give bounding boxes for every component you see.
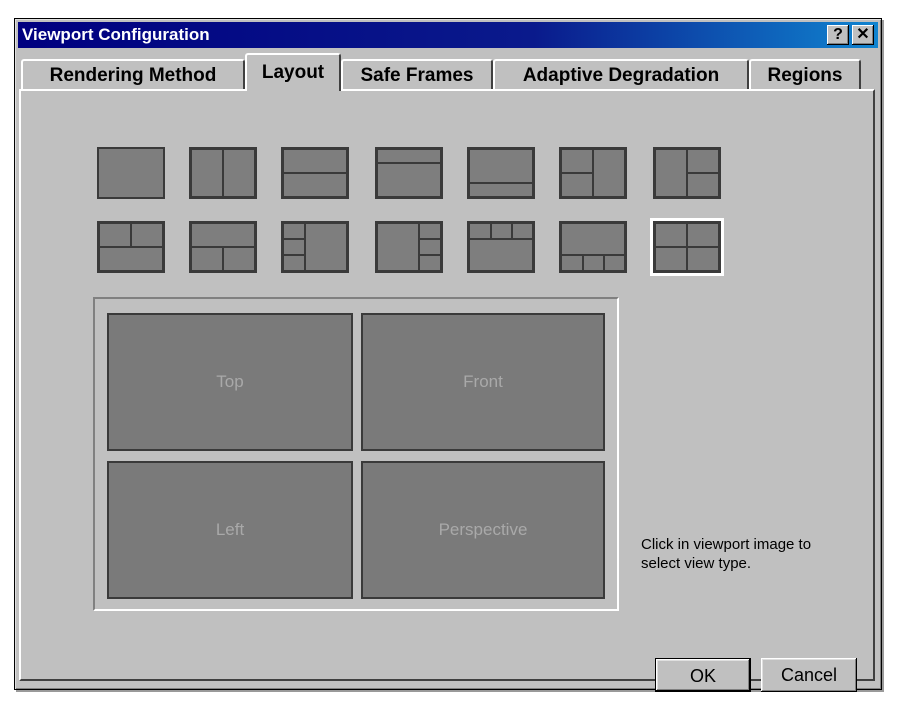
layout-option-13[interactable] [559, 221, 627, 273]
layout-option-1[interactable] [97, 147, 165, 199]
layout-option-3[interactable] [281, 147, 349, 199]
close-button[interactable]: ✕ [852, 25, 874, 45]
layout-option-6[interactable] [559, 147, 627, 199]
tab-safe-frames[interactable]: Safe Frames [341, 59, 493, 89]
viewport-configuration-dialog: Viewport Configuration ? ✕ Rendering Met… [14, 18, 882, 692]
layout-option-14-selected[interactable] [650, 218, 724, 276]
cancel-button[interactable]: Cancel [761, 658, 857, 692]
layout-option-9[interactable] [189, 221, 257, 273]
viewport-top[interactable]: Top [107, 313, 353, 451]
layout-option-10[interactable] [281, 221, 349, 273]
viewport-preview: Top Front Left Perspective [93, 297, 619, 611]
help-button[interactable]: ? [827, 25, 849, 45]
title-bar[interactable]: Viewport Configuration ? ✕ [18, 22, 878, 48]
tab-layout[interactable]: Layout [245, 53, 341, 91]
layout-option-12[interactable] [467, 221, 535, 273]
window-title: Viewport Configuration [22, 25, 210, 44]
viewport-left[interactable]: Left [107, 461, 353, 599]
viewport-perspective[interactable]: Perspective [361, 461, 605, 599]
tab-adaptive-degradation[interactable]: Adaptive Degradation [493, 59, 749, 89]
layout-tab-panel: Top Front Left Perspective Click in view… [19, 89, 875, 692]
layout-option-4[interactable] [375, 147, 443, 199]
layout-option-7[interactable] [653, 147, 721, 199]
layout-option-11[interactable] [375, 221, 443, 273]
tab-rendering-method[interactable]: Rendering Method [21, 59, 245, 89]
tab-regions[interactable]: Regions [749, 59, 861, 89]
hint-text: Click in viewport image to select view t… [641, 536, 812, 572]
layout-option-5[interactable] [467, 147, 535, 199]
layout-option-8[interactable] [97, 221, 165, 273]
viewport-front[interactable]: Front [361, 313, 605, 451]
ok-button[interactable]: OK [655, 658, 751, 692]
layout-option-2[interactable] [189, 147, 257, 199]
